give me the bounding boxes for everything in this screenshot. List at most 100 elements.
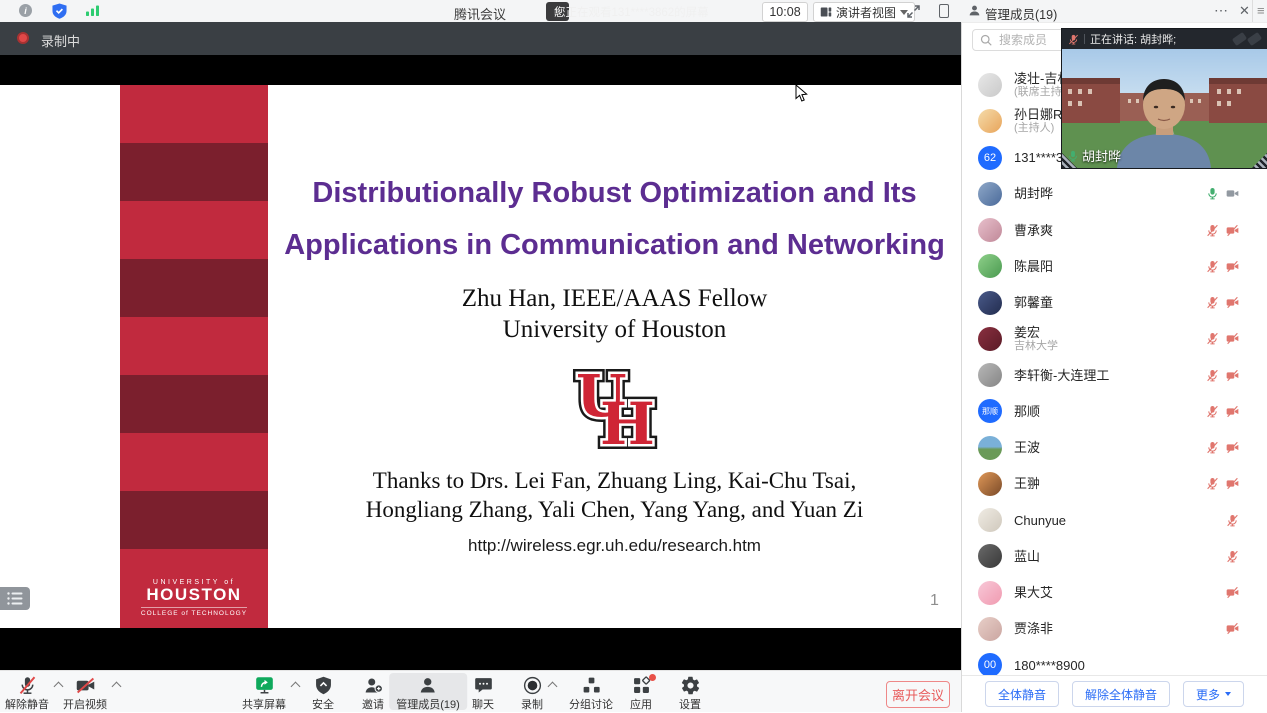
member-row[interactable]: 蓝山 bbox=[962, 538, 1254, 574]
settings-button[interactable]: 设置 bbox=[679, 673, 701, 710]
security-shield-icon[interactable] bbox=[52, 3, 67, 19]
recording-label: 录制中 bbox=[41, 31, 80, 50]
list-icon bbox=[7, 592, 23, 605]
mic-on-icon bbox=[1067, 150, 1079, 162]
toolbar-label: 聊天 bbox=[472, 696, 494, 712]
avatar bbox=[978, 254, 1002, 278]
member-status-icons bbox=[1226, 586, 1239, 599]
avatar bbox=[978, 617, 1002, 641]
speaking-indicator-bar: 正在讲话: 胡封晔; bbox=[1062, 29, 1267, 49]
mic-off-icon bbox=[1226, 550, 1239, 563]
manage-members-button[interactable]: 管理成员(19) bbox=[389, 673, 467, 710]
avatar: 00 bbox=[978, 653, 1002, 677]
video-header-controls[interactable] bbox=[1233, 35, 1261, 43]
uh-interlocking-logo: U H U H U H bbox=[566, 366, 662, 454]
breakout-rooms-icon bbox=[581, 675, 602, 696]
chevron-up-icon[interactable] bbox=[548, 682, 558, 692]
cam-off-icon bbox=[1226, 369, 1239, 382]
info-icon[interactable]: i bbox=[19, 4, 32, 17]
chevron-up-icon[interactable] bbox=[54, 682, 64, 692]
member-row[interactable]: 贾涤非 bbox=[962, 611, 1254, 647]
mute-all-button[interactable]: 全体静音 bbox=[985, 681, 1059, 707]
security-button[interactable]: 安全 bbox=[312, 673, 334, 710]
breakout-rooms-button[interactable]: 分组讨论 bbox=[569, 673, 613, 710]
mic-off-icon bbox=[1206, 369, 1219, 382]
member-row[interactable]: 果大艾 bbox=[962, 575, 1254, 611]
unmute-all-button[interactable]: 解除全体静音 bbox=[1072, 681, 1170, 707]
avatar bbox=[978, 581, 1002, 605]
meeting-time: 10:08 bbox=[762, 2, 808, 22]
apps-button[interactable]: 应用 bbox=[630, 673, 652, 710]
watching-screen-pill[interactable]: 您正在观看131****3862的屏幕 ≡ bbox=[546, 2, 569, 21]
member-status-icons bbox=[1206, 224, 1239, 237]
member-row[interactable]: 那顺那顺 bbox=[962, 393, 1254, 429]
toolbar-label: 安全 bbox=[312, 696, 334, 712]
panel-close-icon[interactable]: ✕ bbox=[1239, 3, 1250, 19]
watching-pill-label: 您正在观看131****3862的屏幕 bbox=[554, 4, 709, 20]
member-row[interactable]: 李轩衡-大连理工 bbox=[962, 357, 1254, 393]
panel-more-icon[interactable]: ⋯ bbox=[1214, 2, 1229, 19]
avatar bbox=[978, 363, 1002, 387]
share-screen-button[interactable]: 共享屏幕 bbox=[242, 673, 286, 710]
member-row[interactable]: Chunyue bbox=[962, 502, 1254, 538]
slide-affiliation: University of Houston bbox=[268, 316, 961, 344]
fullscreen-toggle-icon[interactable] bbox=[906, 4, 921, 19]
slide-thanks-line1: Thanks to Drs. Lei Fan, Zhuang Ling, Kai… bbox=[268, 468, 961, 494]
panel-footer: 全体静音 解除全体静音 更多 bbox=[962, 675, 1267, 712]
record-icon bbox=[522, 675, 543, 696]
cam-off-icon bbox=[1226, 477, 1239, 490]
unmute-button[interactable]: 解除静音 bbox=[5, 673, 49, 710]
avatar bbox=[978, 508, 1002, 532]
record-button[interactable]: 录制 bbox=[521, 673, 543, 710]
video-control-icon[interactable] bbox=[1232, 32, 1247, 46]
chevron-up-icon[interactable] bbox=[112, 682, 122, 692]
mic-off-icon bbox=[1068, 34, 1079, 45]
invite-button[interactable]: 邀请 bbox=[362, 673, 384, 710]
member-row[interactable]: 曹承爽 bbox=[962, 212, 1254, 248]
cam-off-icon bbox=[1226, 405, 1239, 418]
member-status-icons bbox=[1206, 405, 1239, 418]
member-row[interactable]: 陈晨阳 bbox=[962, 248, 1254, 284]
svg-text:H: H bbox=[600, 390, 655, 454]
panel-handle-icon[interactable]: ≡ bbox=[1257, 3, 1265, 18]
more-button[interactable]: 更多 bbox=[1183, 681, 1244, 707]
speaker-video-thumbnail[interactable]: 正在讲话: 胡封晔; bbox=[1062, 29, 1267, 168]
member-row[interactable]: 郭馨童 bbox=[962, 285, 1254, 321]
mic-off-icon bbox=[1206, 332, 1219, 345]
member-row[interactable]: 王波 bbox=[962, 430, 1254, 466]
video-control-icon[interactable] bbox=[1247, 32, 1262, 46]
start-video-button[interactable]: 开启视频 bbox=[63, 673, 107, 710]
member-role: 吉林大学 bbox=[1014, 340, 1206, 353]
view-mode-selector[interactable]: 演讲者视图 bbox=[813, 2, 915, 22]
cam-off-icon bbox=[1226, 224, 1239, 237]
member-status-icons bbox=[1226, 514, 1239, 527]
chevron-up-icon[interactable] bbox=[291, 682, 301, 692]
slide-title-line2: Applications in Communication and Networ… bbox=[268, 229, 961, 262]
avatar bbox=[978, 182, 1002, 206]
cam-off-icon bbox=[1226, 441, 1239, 454]
toolbar-label: 开启视频 bbox=[63, 696, 107, 712]
network-signal-icon[interactable] bbox=[86, 5, 100, 16]
floating-list-button[interactable] bbox=[0, 587, 30, 610]
member-name: Chunyue bbox=[1014, 513, 1226, 528]
member-status-icons bbox=[1206, 332, 1239, 345]
invite-person-icon bbox=[363, 675, 384, 696]
slide-stripe-sidebar bbox=[120, 85, 268, 628]
member-row[interactable]: 姜宏吉林大学 bbox=[962, 321, 1254, 357]
speaker-name: 胡封晔 bbox=[1082, 146, 1121, 165]
video-feed: 胡封晔 bbox=[1062, 49, 1267, 168]
member-row[interactable]: 胡封晔 bbox=[962, 176, 1254, 212]
recording-bar: 录制中 bbox=[0, 22, 961, 55]
divider bbox=[1252, 0, 1253, 22]
member-name: 郭馨童 bbox=[1014, 295, 1206, 310]
meeting-toolbar: 解除静音 开启视频 共享屏幕 安全 bbox=[0, 670, 961, 712]
leave-meeting-button[interactable]: 离开会议 bbox=[886, 681, 950, 708]
video-name-label: 胡封晔 bbox=[1067, 146, 1121, 165]
toolbar-label: 分组讨论 bbox=[569, 696, 613, 712]
member-row[interactable]: 王翀 bbox=[962, 466, 1254, 502]
chat-button[interactable]: 聊天 bbox=[472, 673, 494, 710]
sidebar-toggle-icon[interactable] bbox=[939, 4, 949, 18]
shared-screen-stage: UNIVERSITY of HOUSTON COLLEGE of TECHNOL… bbox=[0, 55, 961, 670]
member-status-icons bbox=[1206, 187, 1239, 200]
member-status-icons bbox=[1226, 550, 1239, 563]
